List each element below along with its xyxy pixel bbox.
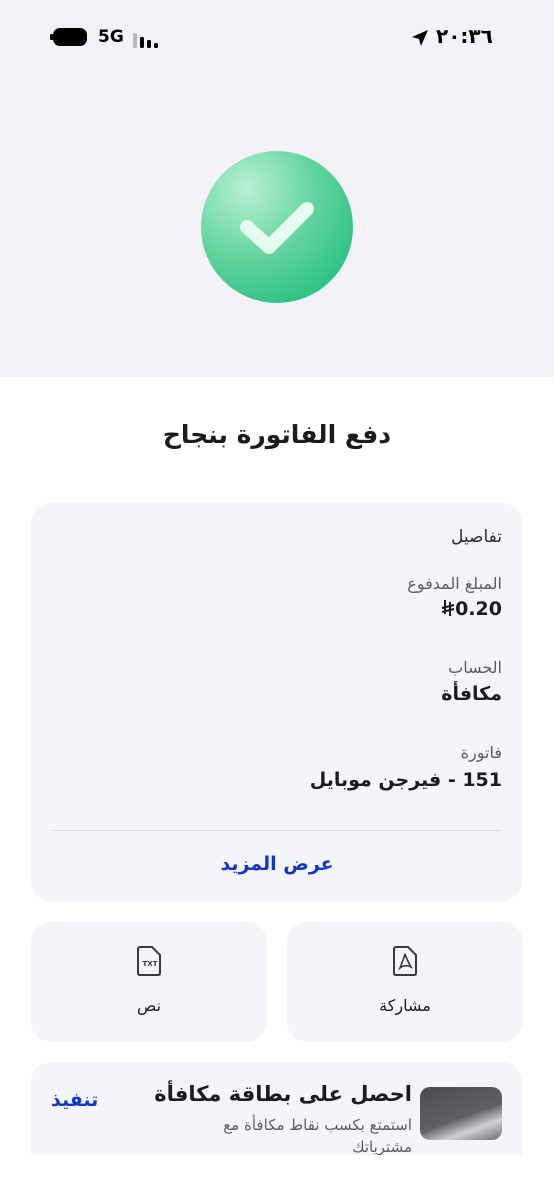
account-value: مكافأة: [441, 683, 502, 705]
amount-number: 0.20: [455, 598, 502, 620]
share-label: مشاركة: [379, 996, 431, 1015]
riyal-currency-icon: [441, 600, 455, 616]
promo-action-button[interactable]: تنفيذ: [51, 1089, 98, 1111]
text-export-label: نص: [136, 996, 162, 1015]
location-arrow-icon: [412, 30, 428, 46]
amount-value: 0.20: [435, 598, 502, 620]
pdf-file-icon: [393, 946, 417, 976]
txt-file-icon: TXT: [137, 946, 161, 976]
show-more-button[interactable]: عرض المزيد: [0, 853, 554, 875]
txt-icon-caption: TXT: [143, 960, 158, 968]
promo-title: احصل على بطاقة مكافأة: [154, 1082, 412, 1106]
amount-label: المبلغ المدفوع: [407, 574, 502, 593]
share-button[interactable]: مشاركة: [287, 922, 523, 1042]
details-section-title: تفاصيل: [451, 527, 502, 547]
status-bar: 5G ٢٠:٣٦: [0, 0, 554, 70]
text-export-button[interactable]: TXT نص: [31, 922, 267, 1042]
battery-icon: [50, 28, 90, 48]
promo-subtitle: استمتع بكسب نقاط مكافأة مع مشترياتك: [223, 1116, 412, 1156]
network-type: 5G: [98, 27, 124, 47]
bill-value: 151 - فيرجن موبايل: [309, 769, 502, 791]
bottom-fade: [0, 1155, 554, 1200]
signal-bars-icon: [133, 30, 163, 48]
bill-label: فاتورة: [460, 743, 502, 762]
account-label: الحساب: [448, 658, 502, 677]
status-time: ٢٠:٣٦: [436, 24, 493, 48]
success-check-icon: [201, 151, 353, 303]
page-title: دفع الفاتورة بنجاح: [162, 420, 392, 449]
reward-card-image: [420, 1087, 502, 1140]
details-divider: [52, 830, 502, 831]
